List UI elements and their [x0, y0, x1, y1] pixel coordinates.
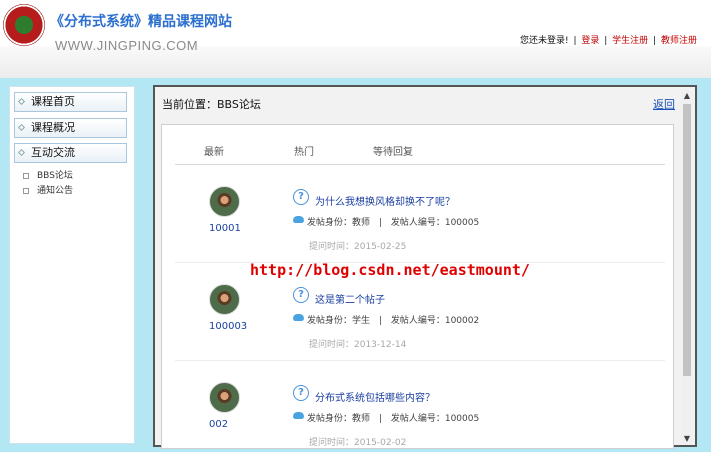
back-link[interactable]: 返回 — [653, 96, 675, 112]
student-register-link[interactable]: 学生注册 — [612, 36, 648, 46]
post-meta: 发帖身份：教师 | 发帖人编号：100005 — [307, 411, 479, 424]
role-label: 发帖身份： — [307, 316, 353, 326]
avatar[interactable] — [209, 284, 240, 315]
separator: | — [378, 218, 382, 228]
cloud-icon — [293, 314, 304, 321]
watermark: http://blog.csdn.net/eastmount/ — [250, 261, 530, 279]
post-title[interactable]: 这是第二个帖子 — [315, 291, 385, 306]
cloud-icon — [293, 216, 304, 223]
post-time: 提问时间：2013-12-14 — [309, 340, 407, 350]
question-icon: ? — [293, 385, 309, 401]
divider — [175, 360, 665, 361]
post-time: 提问时间：2015-02-25 — [309, 242, 407, 252]
separator: | — [653, 36, 657, 46]
breadcrumb: 当前位置：BBS论坛 — [162, 98, 261, 111]
role-label: 发帖身份： — [307, 414, 353, 424]
login-prompt: 您还未登录! — [519, 36, 569, 46]
avatar[interactable] — [209, 186, 240, 217]
university-logo-icon — [3, 4, 45, 46]
sidebar-subitem-label: BBS论坛 — [37, 171, 73, 181]
author-no-value: 100005 — [444, 218, 480, 228]
sidebar-item-course-overview[interactable]: 课程概况 — [14, 118, 127, 138]
role-value: 学生 — [352, 316, 371, 326]
author-no-value: 100005 — [444, 414, 480, 424]
square-bullet-icon — [23, 173, 29, 179]
role-label: 发帖身份： — [307, 218, 353, 228]
scrollbar[interactable]: ▲ ▼ — [681, 90, 693, 445]
sidebar-item-course-home[interactable]: 课程首页 — [14, 92, 127, 112]
separator: | — [573, 36, 577, 46]
square-bullet-icon — [23, 188, 29, 194]
separator: | — [378, 414, 382, 424]
post-meta: 发帖身份：学生 | 发帖人编号：100002 — [307, 313, 479, 326]
list-item: 002 ? 分布式系统包括哪些内容？ 发帖身份：教师 | 发帖人编号：10000… — [162, 382, 673, 448]
post-time: 提问时间：2015-02-02 — [309, 438, 407, 448]
avatar[interactable] — [209, 382, 240, 413]
author-id[interactable]: 002 — [209, 419, 228, 430]
sidebar: 课程首页 课程概况 互动交流 BBS论坛 通知公告 — [9, 86, 135, 444]
sidebar-subitem-bbs[interactable]: BBS论坛 — [23, 170, 73, 182]
chevron-down-icon[interactable]: ▼ — [681, 433, 693, 445]
cloud-icon — [293, 412, 304, 419]
separator: | — [378, 316, 382, 326]
sidebar-item-label: 课程概况 — [31, 121, 75, 134]
post-title[interactable]: 分布式系统包括哪些内容？ — [315, 389, 435, 404]
tab-latest[interactable]: 最新 — [204, 143, 224, 158]
author-no-value: 100002 — [444, 316, 480, 326]
tab-bar: 最新 热门 等待回复 — [175, 143, 665, 165]
question-icon: ? — [293, 189, 309, 205]
forum-list: 最新 热门 等待回复 10001 ? 为什么我想换风格却换不了呢？ 发帖身份：教… — [161, 124, 674, 449]
question-icon: ? — [293, 287, 309, 303]
tab-hot[interactable]: 热门 — [294, 143, 314, 158]
diamond-bullet-icon — [17, 97, 26, 106]
separator: | — [604, 36, 608, 46]
role-value: 教师 — [352, 414, 371, 424]
author-no-label: 发帖人编号： — [390, 218, 445, 228]
login-link[interactable]: 登录 — [581, 36, 599, 46]
sidebar-item-label: 课程首页 — [31, 95, 75, 108]
author-id[interactable]: 100003 — [209, 321, 247, 332]
site-url: WWW.JINGPING.COM — [55, 38, 199, 53]
chevron-up-icon[interactable]: ▲ — [681, 90, 693, 102]
post-meta: 发帖身份：教师 | 发帖人编号：100005 — [307, 215, 479, 228]
sidebar-item-label: 互动交流 — [31, 146, 75, 159]
author-id[interactable]: 10001 — [209, 223, 241, 234]
sidebar-subitem-notices[interactable]: 通知公告 — [23, 185, 73, 197]
diamond-bullet-icon — [17, 123, 26, 132]
login-bar: 您还未登录! | 登录 | 学生注册 | 教师注册 — [520, 33, 697, 46]
post-title[interactable]: 为什么我想换风格却换不了呢？ — [315, 193, 455, 208]
scrollbar-thumb[interactable] — [683, 104, 691, 376]
sidebar-item-interaction[interactable]: 互动交流 — [14, 143, 127, 163]
site-name[interactable]: 《分布式系统》精品课程网站 — [50, 11, 232, 31]
teacher-register-link[interactable]: 教师注册 — [661, 36, 697, 46]
tab-awaiting-reply[interactable]: 等待回复 — [373, 143, 413, 158]
author-no-label: 发帖人编号： — [390, 316, 445, 326]
diamond-bullet-icon — [17, 148, 26, 157]
sidebar-subitem-label: 通知公告 — [37, 186, 74, 196]
author-no-label: 发帖人编号： — [390, 414, 445, 424]
role-value: 教师 — [352, 218, 371, 228]
site-header: 《分布式系统》精品课程网站 WWW.JINGPING.COM 您还未登录! | … — [0, 0, 711, 78]
